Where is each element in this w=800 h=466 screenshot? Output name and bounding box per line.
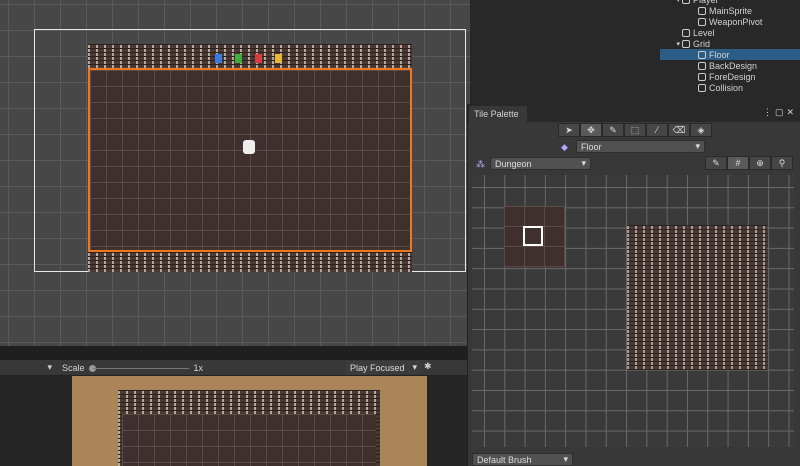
move-tool-icon[interactable]: ✥ xyxy=(580,123,602,137)
hierarchy-panel: ▾ PlayerMainSpriteWeaponPivotLevel ▾ GridFl… xyxy=(660,0,800,100)
scale-value: 1x xyxy=(193,362,204,373)
paint-brush-icon[interactable]: ✎ xyxy=(602,123,624,137)
active-tilemap-dropdown[interactable]: Floor ▾ xyxy=(576,140,705,153)
brush-value: Default Brush xyxy=(477,454,532,465)
level-bottom-wall xyxy=(88,252,412,272)
chevron-down-icon: ▾ xyxy=(581,158,586,168)
window-controls[interactable]: ⋮▢✕ xyxy=(763,107,797,118)
edit-pencil-icon[interactable]: ✎ xyxy=(705,156,727,170)
tab-tile-palette[interactable]: Tile Palette xyxy=(469,106,527,122)
palette-icon: ⁂ xyxy=(476,159,485,169)
fill-bucket-icon[interactable]: ◈ xyxy=(690,123,712,137)
banner-yellow xyxy=(275,54,282,63)
picker-icon[interactable]: ⁄ xyxy=(646,123,668,137)
chevron-down-icon: ▾ xyxy=(412,362,417,372)
expand-arrow-icon[interactable]: ▾ xyxy=(660,0,682,4)
panel-divider xyxy=(0,346,470,360)
hierarchy-item-label: Level xyxy=(693,27,715,38)
hierarchy-item-label: Floor xyxy=(709,49,730,60)
game-level-floor xyxy=(122,414,376,466)
gizmo-icon[interactable]: ⊕ xyxy=(749,156,771,170)
palette-dropdown[interactable]: Dungeon ▾ xyxy=(490,157,591,170)
brush-dropdown[interactable]: Default Brush ▾ xyxy=(472,453,573,466)
banner-red xyxy=(255,54,262,63)
hierarchy-item[interactable]: Level xyxy=(660,27,800,38)
banner-blue xyxy=(215,54,222,63)
gameobject-icon xyxy=(698,83,706,92)
hierarchy-item-label: ForeDesign xyxy=(709,71,756,82)
dropdown-arrow-icon[interactable]: ▾ xyxy=(0,362,58,373)
play-mode-dropdown[interactable]: Play Focused ▾ xyxy=(346,361,421,374)
hierarchy-item[interactable]: Floor xyxy=(660,49,800,60)
chevron-down-icon: ▾ xyxy=(695,141,700,151)
play-mode-value: Play Focused xyxy=(350,362,405,373)
hierarchy-item-label: BackDesign xyxy=(709,60,758,71)
banner-green xyxy=(235,54,242,63)
tool-bar: ➤ ✥ ✎ ⬚ ⁄ ⌫ ◈ xyxy=(558,123,712,137)
tile-palette-tabbar: Tile Palette ⋮▢✕ xyxy=(468,104,800,122)
palette-toolbar: ✎ # ⊕ ⚲ xyxy=(705,156,793,170)
tile-selection xyxy=(523,226,543,246)
tilemap-icon: ◆ xyxy=(561,142,568,152)
gameobject-icon xyxy=(682,39,690,48)
gameobject-icon xyxy=(682,0,690,4)
hierarchy-item-label: Grid xyxy=(693,38,711,49)
hierarchy-item[interactable]: Collision xyxy=(660,82,800,93)
gameobject-icon xyxy=(698,50,706,59)
bug-icon[interactable]: ✱ xyxy=(424,361,432,372)
hierarchy-item-label: WeaponPivot xyxy=(709,16,763,27)
active-tilemap-value: Floor xyxy=(581,141,602,152)
box-fill-icon[interactable]: ⬚ xyxy=(624,123,646,137)
filter-icon[interactable]: ⚲ xyxy=(771,156,793,170)
gameobject-icon xyxy=(682,28,690,37)
grid-icon[interactable]: # xyxy=(727,156,749,170)
hierarchy-item[interactable]: ▾ Grid xyxy=(660,38,800,49)
hierarchy-item-label: MainSprite xyxy=(709,5,753,16)
hierarchy-item[interactable]: WeaponPivot xyxy=(660,16,800,27)
palette-wall-tiles[interactable] xyxy=(627,225,767,370)
hierarchy-item-label: Player xyxy=(693,0,719,5)
level-top-wall xyxy=(88,44,412,68)
gameobject-icon xyxy=(698,72,706,81)
hierarchy-item[interactable]: BackDesign xyxy=(660,60,800,71)
scale-slider[interactable] xyxy=(88,364,189,372)
hierarchy-item[interactable]: MainSprite xyxy=(660,5,800,16)
game-toolbar: ▾ Scale 1x Play Focused ▾ ✱ xyxy=(0,360,470,376)
scale-label: Scale xyxy=(62,362,85,373)
gameobject-icon xyxy=(698,61,706,70)
gameobject-icon xyxy=(698,17,706,26)
tile-palette-window: Tile Palette ⋮▢✕ ➤ ✥ ✎ ⬚ ⁄ ⌫ ◈ ◆ Floor ▾ … xyxy=(467,104,800,466)
scene-view[interactable] xyxy=(0,0,470,346)
palette-value: Dungeon xyxy=(495,158,532,169)
palette-grid[interactable] xyxy=(472,175,794,447)
level-floor xyxy=(88,68,412,252)
player-sprite[interactable] xyxy=(243,140,255,154)
expand-arrow-icon[interactable]: ▾ xyxy=(660,40,682,48)
gameobject-icon xyxy=(698,6,706,15)
eraser-icon[interactable]: ⌫ xyxy=(668,123,690,137)
game-view-render xyxy=(72,376,427,466)
hierarchy-item[interactable]: ForeDesign xyxy=(660,71,800,82)
select-tool-icon[interactable]: ➤ xyxy=(558,123,580,137)
chevron-down-icon: ▾ xyxy=(563,454,568,464)
hierarchy-item-label: Collision xyxy=(709,82,744,93)
game-level-wall xyxy=(118,390,380,466)
